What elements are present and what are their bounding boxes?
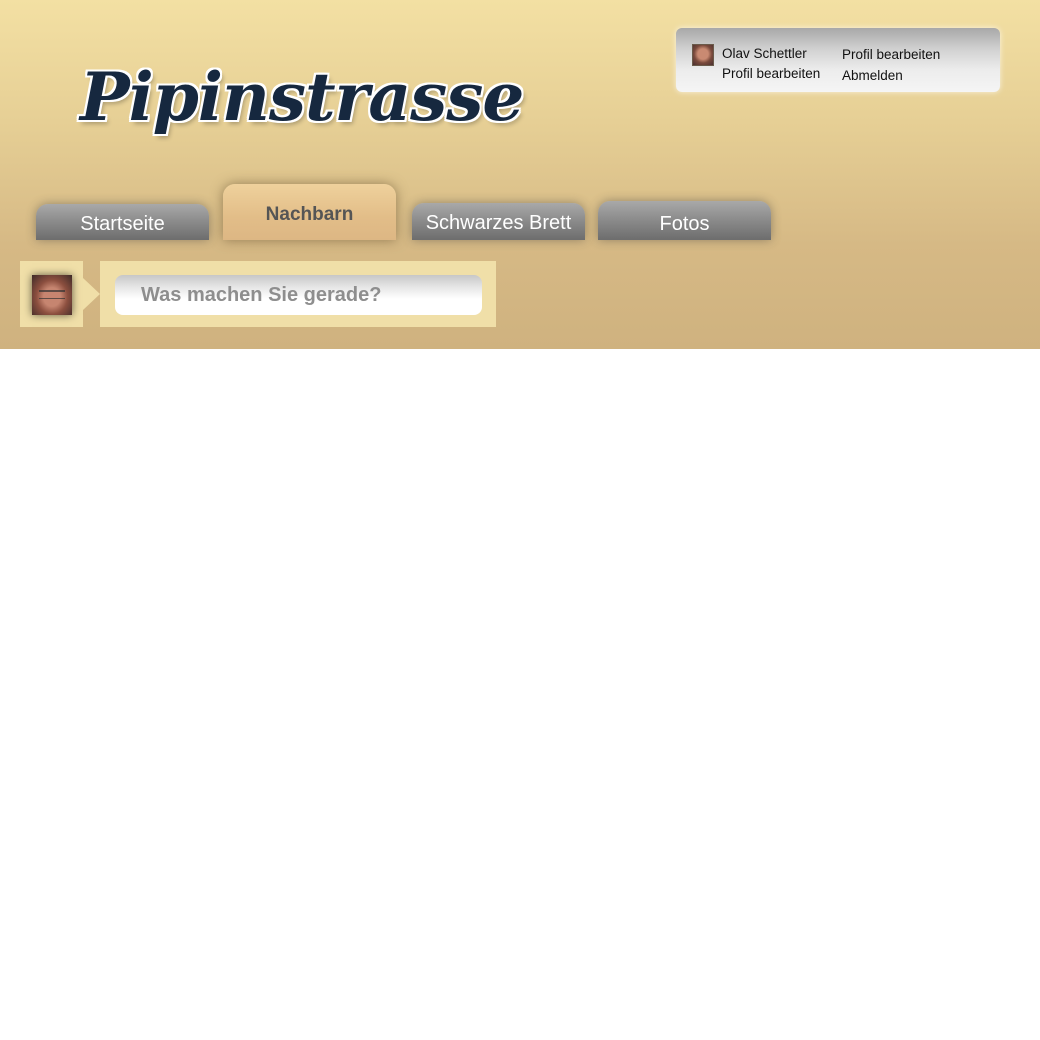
- status-update-box: [100, 261, 496, 327]
- edit-profile-link[interactable]: Profil bearbeiten: [722, 66, 820, 81]
- tab-fotos[interactable]: Fotos: [598, 201, 771, 240]
- status-avatar-frame: [20, 261, 83, 327]
- tab-startseite[interactable]: Startseite: [36, 204, 209, 240]
- tab-schwarzes-brett[interactable]: Schwarzes Brett: [412, 203, 585, 240]
- user-menu: Olav Schettler Profil bearbeiten Profil …: [676, 28, 1000, 92]
- user-name-link[interactable]: Olav Schettler: [722, 46, 807, 61]
- speech-arrow-icon: [83, 278, 100, 310]
- status-input[interactable]: [115, 275, 482, 315]
- status-avatar: [32, 275, 72, 315]
- page-header: Pipinstrasse Olav Schettler Profil bearb…: [0, 0, 1040, 349]
- logout-link[interactable]: Abmelden: [842, 68, 903, 83]
- edit-profile-link-2[interactable]: Profil bearbeiten: [842, 47, 940, 62]
- user-avatar[interactable]: [692, 44, 714, 66]
- tab-nachbarn[interactable]: Nachbarn: [223, 184, 396, 240]
- site-logo[interactable]: Pipinstrasse: [80, 58, 524, 136]
